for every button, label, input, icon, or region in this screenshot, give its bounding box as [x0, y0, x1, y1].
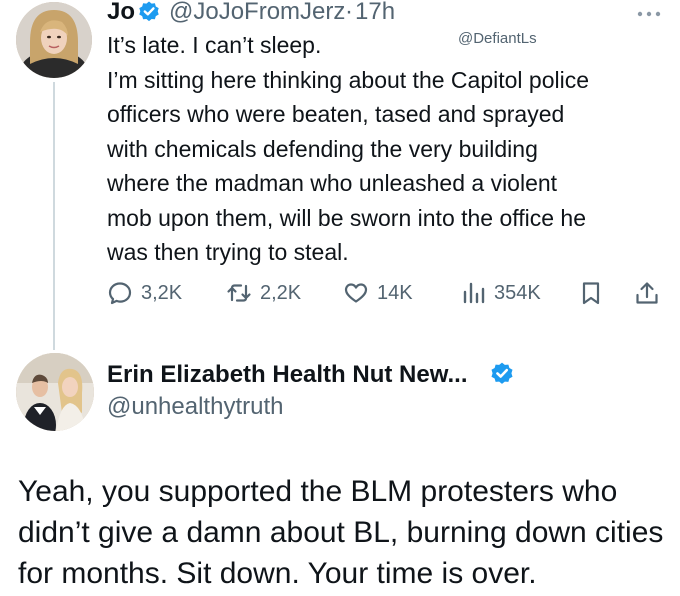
reply-icon: [108, 282, 132, 305]
author-handle[interactable]: @JoJoFromJerz: [169, 0, 345, 26]
tweet-line: with chemicals defending the very buildi…: [107, 135, 538, 162]
like-icon: [344, 283, 368, 303]
bookmark-button[interactable]: [578, 278, 604, 308]
tweet-line: I’m sitting here thinking about the Capi…: [107, 66, 590, 93]
tweet-line: was then trying to steal.: [107, 239, 349, 265]
avatar-jo[interactable]: [16, 2, 92, 78]
thread-line: [53, 82, 55, 350]
repost-count: 2,2K: [260, 281, 302, 304]
verified-badge-icon: [137, 0, 161, 24]
avatar-erin[interactable]: [16, 353, 94, 431]
tweet-line: where the madman who unleashed a violent: [107, 170, 558, 196]
reply-author-handle[interactable]: @unhealthytruth: [107, 393, 283, 421]
views-icon: [463, 282, 485, 304]
reply-line: Yeah, you supported the BLM protesters w…: [18, 475, 618, 508]
views-count: 354K: [494, 281, 541, 304]
tweet-time[interactable]: 17h: [355, 0, 395, 26]
more-icon[interactable]: [636, 6, 662, 17]
share-button[interactable]: [634, 278, 660, 308]
like-count: 14K: [377, 281, 413, 304]
reply-author-name[interactable]: Erin Elizabeth Health Nut New...: [107, 361, 468, 389]
tweet-line: officers who were beaten, tased and spra…: [107, 101, 565, 127]
tweet-text: It’s late. I can’t sleep. I’m sitting he…: [107, 28, 677, 270]
bookmark-icon: [582, 282, 600, 305]
tweet-line: It’s late. I can’t sleep.: [107, 32, 322, 58]
reply-button[interactable]: 3,2K: [107, 278, 182, 308]
like-button[interactable]: 14K: [343, 278, 413, 308]
verified-badge-icon: [489, 361, 515, 387]
reply-count: 3,2K: [141, 281, 183, 304]
reply-text: Yeah, you supported the BLM protesters w…: [18, 471, 668, 594]
repost-button[interactable]: 2,2K: [226, 278, 301, 308]
repost-icon: [227, 284, 251, 302]
reply-line: for months. Sit down. Your time is over.: [18, 557, 537, 590]
share-icon: [636, 282, 658, 304]
reply-line: didn’t give a damn about BL, burning dow…: [18, 516, 664, 549]
views-button[interactable]: 354K: [460, 278, 541, 308]
author-name[interactable]: Jo: [107, 0, 135, 26]
separator-dot: ·: [345, 0, 353, 25]
tweet-line: mob upon them, will be sworn into the of…: [107, 204, 587, 231]
